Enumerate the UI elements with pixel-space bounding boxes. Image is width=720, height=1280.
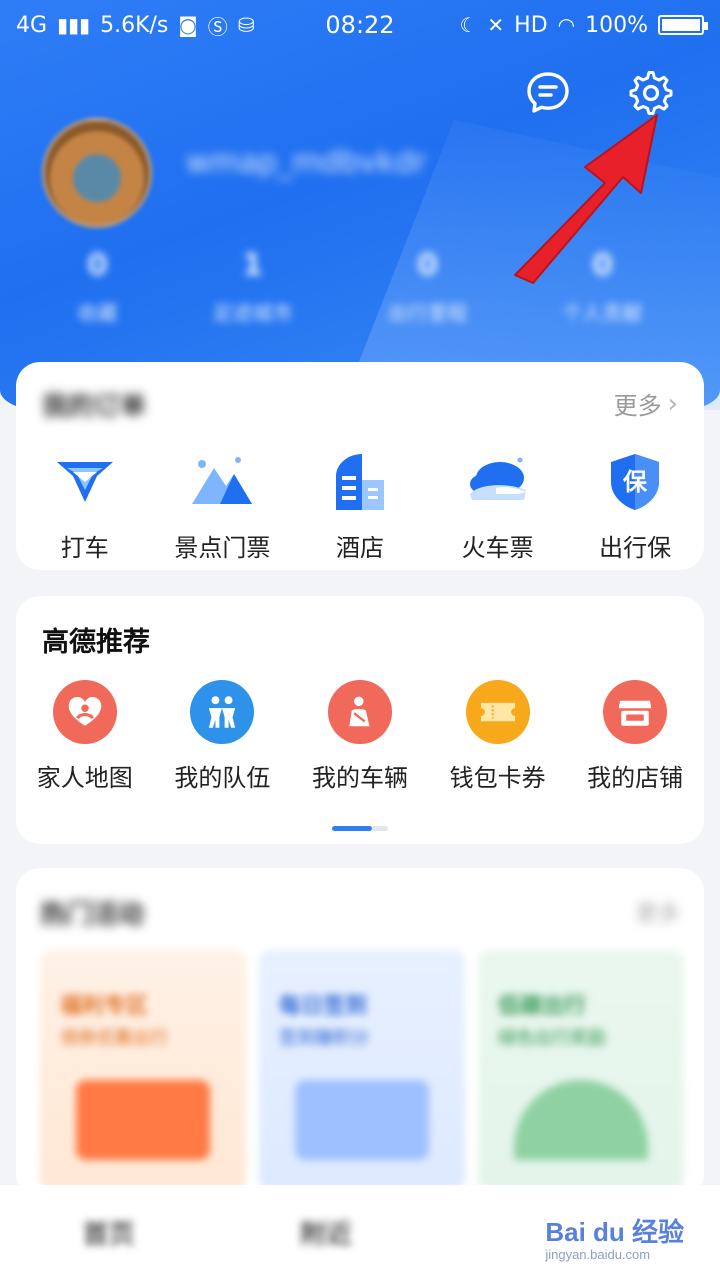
insurance-shield-icon: 保 — [611, 454, 660, 510]
recommend-item-label: 家人地图 — [36, 764, 133, 792]
wifi-icon: ◠ — [557, 13, 576, 37]
hot-tile[interactable]: 福利专区 领券优惠出行 — [40, 950, 246, 1190]
orders-more-link[interactable]: 更多 › — [614, 386, 678, 421]
hot-more-link[interactable]: 更多 — [636, 896, 680, 928]
tab-nearby[interactable]: 附近 — [300, 1214, 352, 1251]
recommend-item-vehicle[interactable]: 我的车辆 — [295, 680, 425, 793]
order-item-tickets[interactable]: 景点门票 — [157, 450, 287, 563]
page-indicator — [332, 826, 388, 831]
chevron-right-icon: › — [667, 388, 678, 419]
moon-icon: ☾ — [459, 13, 478, 37]
team-icon — [190, 680, 255, 744]
recommend-title: 高德推荐 — [42, 627, 150, 658]
more-label: 更多 — [613, 392, 662, 420]
stat-number: 0 — [417, 248, 438, 283]
hot-title: 热门活动 — [40, 900, 145, 930]
recommend-card: 高德推荐 家人地图 我的队伍 我的车辆 钱包卡券 我的店铺 — [16, 596, 704, 844]
recommend-item-family-map[interactable]: 家人地图 — [20, 680, 150, 793]
order-item-label: 出行保 — [599, 534, 672, 562]
vehicle-icon — [327, 680, 392, 744]
stat-number: 0 — [87, 248, 108, 283]
tab-home[interactable]: 首页 — [83, 1214, 135, 1251]
stat-label: 个人贡献 — [562, 301, 643, 325]
shop-icon — [603, 680, 668, 744]
order-item-train[interactable]: 火车票 — [433, 450, 563, 563]
mute-icon: ✕ — [487, 13, 505, 37]
recommend-item-label: 我的车辆 — [311, 764, 408, 792]
s-app-icon: Ⓢ — [207, 14, 228, 39]
recommend-item-label: 钱包卡券 — [449, 764, 546, 792]
status-right: ☾ ✕ HD ◠ 100% — [459, 12, 708, 38]
recommend-item-team[interactable]: 我的队伍 — [157, 680, 287, 793]
status-time: 08:22 — [325, 11, 395, 39]
order-item-hotel[interactable]: 酒店 — [295, 450, 425, 563]
network-label: 4G — [16, 12, 48, 38]
orders-card: 我的订单 更多 › 打车 景点门票 酒店 火车票 保 出行保 — [16, 362, 704, 570]
page-dot-active — [332, 826, 372, 831]
tile-image — [514, 1080, 648, 1160]
tile-title: 福利专区 — [60, 994, 149, 1019]
stat-item[interactable]: 1 足迹城市 — [213, 248, 293, 326]
order-item-label: 酒店 — [335, 534, 384, 562]
recommend-item-wallet[interactable]: 钱包卡券 — [433, 680, 563, 793]
orders-icon-row: 打车 景点门票 酒店 火车票 保 出行保 — [16, 450, 704, 563]
hot-tile[interactable]: 低碳出行 绿色出行奖励 — [478, 950, 684, 1190]
page-dot — [372, 826, 388, 831]
tile-subtitle: 领券优惠出行 — [60, 1028, 168, 1049]
recommend-item-label: 我的店铺 — [587, 764, 684, 792]
orders-title: 我的订单 — [42, 392, 147, 422]
stat-item[interactable]: 0 出行里程 — [388, 248, 468, 326]
stat-label: 足迹城市 — [212, 301, 293, 325]
notification-app-icon: ◙ — [178, 13, 198, 37]
tile-title: 低碳出行 — [498, 994, 587, 1019]
watermark-sub: jingyan.baidu.com — [545, 1247, 651, 1262]
recommend-item-label: 我的队伍 — [174, 764, 271, 792]
tile-title: 每日签到 — [279, 994, 368, 1019]
recommend-item-shop[interactable]: 我的店铺 — [570, 680, 700, 793]
hot-activities-card: 热门活动 更多 福利专区 领券优惠出行 每日签到 签到赚积分 低碳出行 绿色出行… — [16, 868, 704, 1198]
status-bar: 4G ▮▮▮ 5.6K/s ◙ Ⓢ ⛁ 08:22 ☾ ✕ HD ◠ 100% — [0, 0, 720, 50]
recommend-icon-row: 家人地图 我的队伍 我的车辆 钱包卡券 我的店铺 — [16, 680, 704, 793]
red-arrow-annotation — [514, 114, 658, 284]
stat-label: 收藏 — [77, 301, 118, 325]
order-item-label: 火车票 — [461, 534, 534, 562]
stat-number: 1 — [242, 248, 263, 283]
storage-icon: ⛁ — [237, 13, 255, 37]
net-speed: 5.6K/s — [100, 12, 169, 38]
avatar[interactable] — [42, 118, 152, 228]
tile-image — [76, 1080, 210, 1160]
order-item-label: 景点门票 — [174, 534, 271, 562]
wallet-coupon-icon — [465, 680, 530, 744]
stat-label: 出行里程 — [387, 301, 468, 325]
svg-text:保: 保 — [622, 468, 648, 496]
hot-tile[interactable]: 每日签到 签到赚积分 — [259, 950, 465, 1190]
watermark-main: Bai du 经验 — [545, 1217, 684, 1247]
train-icon — [469, 457, 526, 500]
battery-percent: 100% — [585, 12, 648, 38]
hd-label: HD — [514, 12, 548, 38]
mountain-ticket-icon — [192, 457, 253, 504]
tile-subtitle: 绿色出行奖励 — [498, 1028, 606, 1049]
signal-icon: ▮▮▮ — [57, 13, 91, 37]
order-item-label: 打车 — [60, 534, 109, 562]
order-item-taxi[interactable]: 打车 — [20, 450, 150, 563]
status-left: 4G ▮▮▮ 5.6K/s ◙ Ⓢ ⛁ — [16, 11, 255, 40]
order-item-insurance[interactable]: 保 出行保 — [570, 450, 700, 563]
battery-icon — [658, 15, 708, 35]
family-map-icon — [52, 680, 117, 744]
stat-item[interactable]: 0 收藏 — [78, 248, 118, 326]
tile-image — [295, 1080, 429, 1160]
hotel-icon — [335, 454, 384, 510]
taxi-icon — [56, 462, 113, 502]
baidu-watermark: Bai du 经验 jingyan.baidu.com — [545, 1212, 684, 1262]
tile-subtitle: 签到赚积分 — [279, 1028, 369, 1049]
